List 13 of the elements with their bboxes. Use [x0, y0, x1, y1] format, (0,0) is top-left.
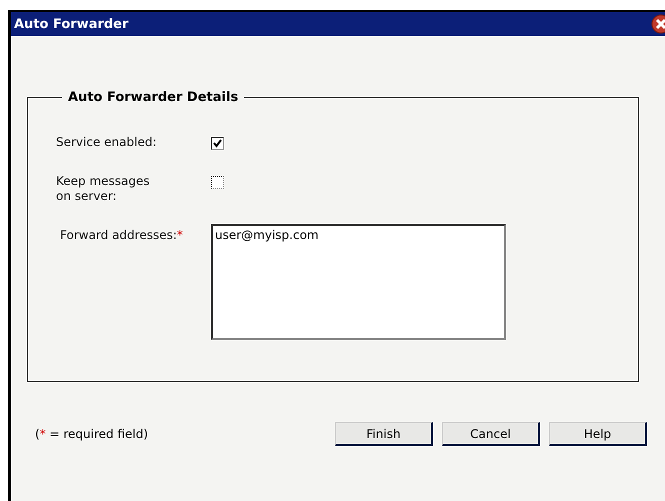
- field-label: Service enabled:: [56, 135, 158, 150]
- group-title: Auto Forwarder Details: [67, 90, 240, 105]
- dialog-button[interactable]: Finish: [335, 422, 433, 446]
- required-field-note: (* = required field): [34, 427, 148, 441]
- window-title: Auto Forwarder: [13, 16, 128, 32]
- dialog-button[interactable]: Help: [549, 422, 647, 446]
- field-label: Forward addresses:*: [59, 228, 184, 243]
- input-field[interactable]: user@myisp.com: [211, 224, 506, 340]
- close-icon[interactable]: [651, 14, 665, 34]
- checkbox[interactable]: [211, 176, 224, 189]
- dialog-button[interactable]: Cancel: [442, 422, 540, 446]
- checkbox[interactable]: [211, 137, 224, 150]
- field-label: Keep messages on server:: [56, 174, 151, 204]
